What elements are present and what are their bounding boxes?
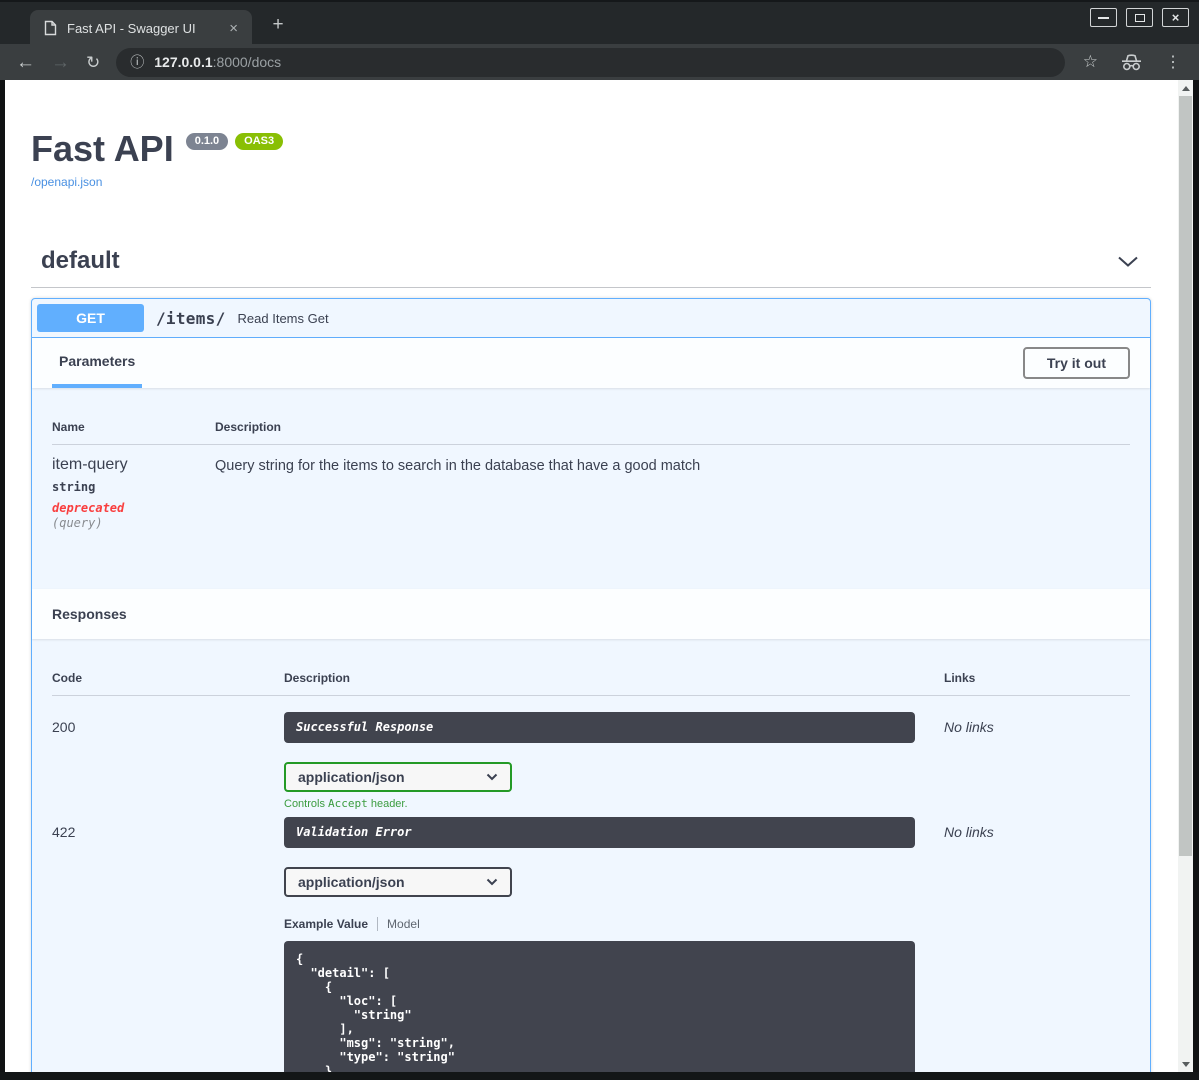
new-tab-button[interactable]: + xyxy=(266,15,290,34)
back-button[interactable]: ← xyxy=(16,53,35,72)
incognito-icon xyxy=(1122,53,1141,70)
param-name: item-query xyxy=(52,456,128,473)
col-header-code: Code xyxy=(52,671,82,685)
document-icon xyxy=(44,20,57,36)
response-code: 200 xyxy=(52,719,76,735)
bookmark-star-button[interactable]: ☆ xyxy=(1083,52,1098,72)
forward-button[interactable]: → xyxy=(51,53,70,72)
close-button[interactable]: × xyxy=(1162,8,1189,27)
responses-title: Responses xyxy=(52,606,127,622)
minimize-icon xyxy=(1098,16,1109,19)
response-description-box: Validation Error xyxy=(284,817,915,848)
tag-header[interactable]: default xyxy=(31,247,1151,288)
example-model-tabs: Example Value Model xyxy=(284,917,944,931)
response-row-422: 422 Validation Error application/json Ex… xyxy=(52,817,1130,1072)
example-json: { "detail": [ { "loc": [ "string" ], "ms… xyxy=(296,952,455,1072)
url-bar[interactable]: ⓘ 127.0.0.1:8000/docs xyxy=(116,47,1065,77)
response-links: No links xyxy=(944,719,994,735)
url-path: :8000/docs xyxy=(212,54,282,70)
endpoint-path: /items/ xyxy=(156,308,226,328)
accept-header-code: Accept xyxy=(328,797,368,810)
response-links: No links xyxy=(944,824,994,840)
bottom-window-border xyxy=(0,1072,1199,1080)
col-header-description: Description xyxy=(215,420,282,434)
param-description: Query string for the items to search in … xyxy=(215,458,701,474)
param-deprecated: deprecated xyxy=(52,501,125,515)
parameters-tab[interactable]: Parameters xyxy=(52,338,143,388)
titlebar: Fast API - Swagger UI × + × xyxy=(0,0,1199,46)
response-row-200: 200 Successful Response application/json… xyxy=(52,696,1130,817)
parameters-header: Parameters Try it out xyxy=(32,338,1150,388)
media-type-value: application/json xyxy=(298,769,405,785)
page: Fast API 0.1.0 OAS3 /openapi.json defaul… xyxy=(5,80,1193,1072)
reload-button[interactable]: ↻ xyxy=(86,53,100,72)
media-type-select[interactable]: application/json xyxy=(284,762,512,792)
site-info-icon[interactable]: ⓘ xyxy=(130,52,144,72)
browser-toolbar: ← → ↻ ⓘ 127.0.0.1:8000/docs ☆ ⋮ xyxy=(0,44,1199,80)
tag-name: default xyxy=(41,247,120,274)
col-header-name: Name xyxy=(52,420,85,434)
close-icon: × xyxy=(1171,10,1180,25)
collapse-chevron-icon xyxy=(1118,256,1138,267)
example-code-block[interactable]: { "detail": [ { "loc": [ "string" ], "ms… xyxy=(284,941,915,1072)
scrollbar-down-arrow[interactable] xyxy=(1178,1056,1193,1072)
version-badge: 0.1.0 xyxy=(185,133,229,150)
swagger-header: Fast API 0.1.0 OAS3 xyxy=(31,130,1151,168)
model-tab[interactable]: Model xyxy=(387,917,420,931)
parameter-row: item-query string deprecated (query) Que… xyxy=(52,445,1130,589)
maximize-button[interactable] xyxy=(1126,8,1153,27)
oas-badge: OAS3 xyxy=(235,133,284,150)
col-header-links: Links xyxy=(944,671,976,685)
tab-title: Fast API - Swagger UI xyxy=(67,20,196,36)
param-location: (query) xyxy=(52,516,103,530)
openapi-link[interactable]: /openapi.json xyxy=(31,175,102,189)
url-host: 127.0.0.1 xyxy=(154,54,213,70)
scrollbar-thumb[interactable] xyxy=(1179,96,1192,856)
window-controls: × xyxy=(1090,8,1189,27)
menu-button[interactable]: ⋮ xyxy=(1165,52,1181,72)
accept-note: Controls Accept header. xyxy=(284,797,408,810)
method-badge: GET xyxy=(37,304,144,332)
opblock-get-items: GET /items/ Read Items Get Parameters Tr… xyxy=(31,298,1151,1072)
toolbar-right: ☆ ⋮ xyxy=(1083,52,1181,72)
response-description-box: Successful Response xyxy=(284,712,915,743)
select-chevron-icon xyxy=(486,773,498,781)
media-type-value: application/json xyxy=(298,874,405,890)
tab-divider xyxy=(377,917,379,931)
tab-close-icon[interactable]: × xyxy=(225,21,242,36)
param-type: string xyxy=(52,480,96,494)
responses-header: Responses xyxy=(32,589,1150,639)
parameters-table: Name Description item-query string depre… xyxy=(32,388,1150,589)
browser-tab[interactable]: Fast API - Swagger UI × xyxy=(30,10,252,46)
response-code: 422 xyxy=(52,824,76,840)
opblock-summary[interactable]: GET /items/ Read Items Get xyxy=(32,299,1150,338)
media-type-select[interactable]: application/json xyxy=(284,867,512,897)
example-value-tab[interactable]: Example Value xyxy=(284,917,368,931)
col-header-description: Description xyxy=(284,671,351,685)
responses-table: Code Description Links 200 Successful Re… xyxy=(32,639,1150,1072)
endpoint-summary: Read Items Get xyxy=(237,310,329,326)
select-chevron-icon xyxy=(486,878,498,886)
api-title: Fast API xyxy=(31,128,174,169)
minimize-button[interactable] xyxy=(1090,8,1117,27)
try-it-out-button[interactable]: Try it out xyxy=(1022,347,1130,379)
maximize-icon xyxy=(1134,13,1145,22)
swagger-content: Fast API 0.1.0 OAS3 /openapi.json defaul… xyxy=(31,80,1151,1072)
scrollbar[interactable] xyxy=(1178,80,1193,1072)
scrollbar-up-arrow[interactable] xyxy=(1178,80,1193,96)
